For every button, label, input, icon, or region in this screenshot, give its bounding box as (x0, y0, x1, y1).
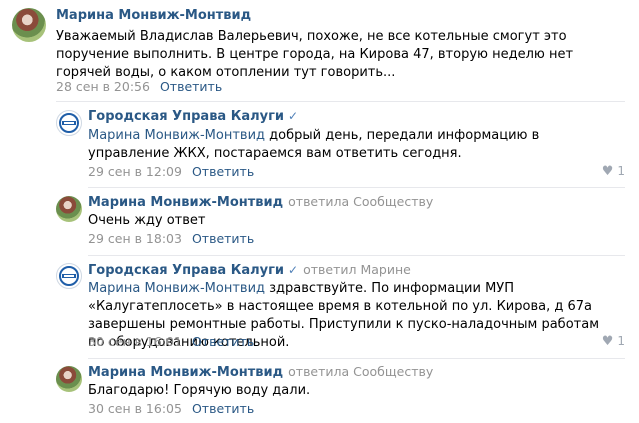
replied-to[interactable]: ответила Сообществу (288, 364, 433, 379)
comment-author: Городская Управа Калуги ✓ (88, 109, 298, 124)
avatar[interactable] (56, 366, 82, 392)
like-button[interactable]: ♥ 1 (602, 334, 625, 349)
comment-author[interactable]: Марина Монвиж-Монтвид (56, 8, 251, 23)
comment-text: Уважаемый Владислав Валерьевич, похоже, … (56, 29, 574, 80)
divider (56, 101, 625, 102)
heart-icon: ♥ (601, 164, 614, 179)
comment-date[interactable]: 29 сен в 18:03 (88, 231, 182, 246)
comment-meta: 30 сен в 16:01 Ответить (88, 334, 254, 349)
check-icon: ✓ (288, 263, 299, 277)
mention-link[interactable]: Марина Монвиж-Монтвид (88, 128, 265, 143)
kaluga-logo-icon (59, 266, 79, 286)
comment-author: Городская Управа Калуги ✓ ответил Марине (88, 262, 411, 278)
avatar[interactable] (56, 110, 82, 136)
comment-author: Марина Монвиж-Монтвид ответила Сообществу (88, 364, 433, 380)
comment-meta: 29 сен в 12:09 Ответить (88, 164, 254, 179)
comment-date[interactable]: 30 сен в 16:01 (88, 334, 182, 349)
avatar[interactable] (12, 8, 46, 42)
replied-to[interactable]: ответила Сообществу (288, 194, 433, 209)
comment-author: Марина Монвиж-Монтвид ответила Сообществу (88, 194, 433, 210)
author-name[interactable]: Марина Монвиж-Монтвид (88, 365, 283, 380)
kaluga-logo-icon (59, 113, 79, 133)
reply-button[interactable]: Ответить (192, 401, 254, 416)
reply-button[interactable]: Ответить (160, 79, 222, 94)
replied-to[interactable]: ответил Марине (303, 262, 411, 277)
author-name[interactable]: Городская Управа Калуги (88, 109, 284, 124)
check-icon: ✓ (288, 109, 299, 123)
reply-button[interactable]: Ответить (192, 231, 254, 246)
like-count: 1 (617, 164, 625, 178)
comment-date[interactable]: 29 сен в 12:09 (88, 164, 182, 179)
author-name[interactable]: Марина Монвиж-Монтвид (88, 195, 283, 210)
comment-meta: 28 сен в 20:56 Ответить (56, 79, 222, 94)
comment-date[interactable]: 28 сен в 20:56 (56, 79, 150, 94)
heart-icon: ♥ (601, 334, 614, 349)
avatar[interactable] (56, 196, 82, 222)
comment-text: Благодарю! Горячую воду дали. (88, 383, 311, 398)
comment-date[interactable]: 30 сен в 16:05 (88, 401, 182, 416)
divider (88, 358, 625, 359)
reply-button[interactable]: Ответить (192, 334, 254, 349)
mention-link[interactable]: Марина Монвиж-Монтвид (88, 281, 265, 296)
comment-meta: 29 сен в 18:03 Ответить (88, 231, 254, 246)
comment-text: Очень жду ответ (88, 213, 206, 228)
like-count: 1 (617, 334, 625, 348)
comment-text: Марина Монвиж-Монтвид добрый день, перед… (88, 127, 613, 163)
author-name[interactable]: Городская Управа Калуги (88, 263, 284, 278)
reply-button[interactable]: Ответить (192, 164, 254, 179)
comment-meta: 30 сен в 16:05 Ответить (88, 401, 254, 416)
like-button[interactable]: ♥ 1 (602, 164, 625, 179)
divider (88, 255, 625, 256)
avatar[interactable] (56, 263, 82, 289)
divider (88, 187, 625, 188)
